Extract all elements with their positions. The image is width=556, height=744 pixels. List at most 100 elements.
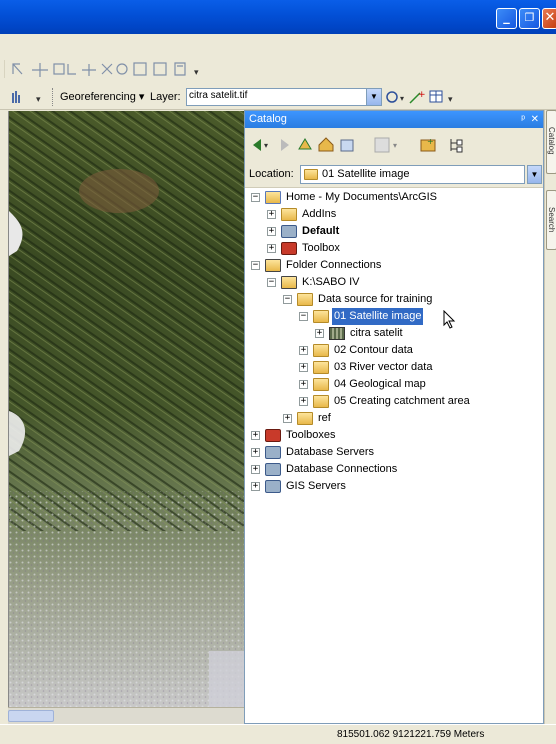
svg-text:▾: ▾ — [36, 95, 41, 105]
expand-icon[interactable]: + — [299, 380, 308, 389]
minimize-button[interactable]: _ — [496, 8, 517, 29]
collapse-icon[interactable]: − — [251, 261, 260, 270]
catalog-toolbar-icons: ▾ ▾ + — [253, 137, 463, 153]
search-side-tab-label: Search — [547, 207, 556, 233]
svg-text:▾: ▾ — [393, 141, 397, 150]
expand-icon[interactable]: + — [251, 465, 260, 474]
geodatabase-icon — [281, 225, 297, 238]
catalog-title-bar: Catalog ᵖ ✕ — [245, 111, 543, 128]
rotate-icon — [386, 91, 398, 103]
collapse-icon[interactable]: − — [251, 193, 260, 202]
tree-item-label: 05 Creating catchment area — [334, 395, 470, 407]
expand-icon[interactable]: + — [251, 431, 260, 440]
folder-icon — [313, 378, 329, 391]
layer-label: Layer: — [150, 91, 181, 103]
catalog-toolbar: ▾ ▾ + — [245, 128, 543, 162]
tree-item-label: 01 Satellite image — [330, 307, 425, 326]
tools-toolbar-icons: ▾ — [12, 62, 199, 78]
histogram-icon[interactable]: ▾ — [10, 89, 50, 105]
tree-item-label: 04 Geological map — [334, 378, 426, 390]
catalog-window: Catalog ᵖ ✕ ▾ ▾ + Location: 01 Satellite… — [244, 110, 544, 724]
toolbar-grip[interactable] — [4, 60, 5, 78]
toolbar-grip[interactable] — [52, 88, 54, 106]
folder-icon — [313, 395, 329, 408]
database-connections-icon — [265, 463, 281, 476]
close-window-button[interactable]: ✕ — [542, 8, 556, 29]
georef-tools-icons: ▾ + ▾ — [386, 90, 453, 105]
expand-icon[interactable]: + — [299, 363, 308, 372]
home-folder-icon — [265, 191, 281, 204]
expand-icon[interactable]: + — [251, 448, 260, 457]
tree-item-label: Database Servers — [286, 446, 375, 458]
status-bar: 815501.062 9121221.759 Meters — [0, 724, 556, 744]
catalog-side-tab[interactable]: Catalog — [546, 110, 556, 174]
expand-icon[interactable]: + — [267, 227, 276, 236]
tree-item-label: K:\SABO IV — [302, 276, 360, 288]
catalog-title: Catalog — [249, 113, 287, 125]
folder-icon — [304, 169, 318, 180]
chevron-down-icon[interactable]: ▼ — [366, 89, 381, 105]
window-title-bar: _ ❐ ✕ — [0, 0, 556, 34]
svg-text:▾: ▾ — [448, 95, 453, 105]
tree-item-label: 03 River vector data — [334, 361, 433, 373]
forward-icon — [281, 139, 289, 151]
folder-connections-icon — [265, 259, 281, 272]
restore-button[interactable]: ❐ — [519, 8, 540, 29]
expand-icon[interactable]: + — [267, 210, 276, 219]
expand-icon[interactable]: + — [283, 414, 292, 423]
report-icon — [174, 62, 186, 76]
horizontal-scrollbar[interactable] — [8, 707, 246, 724]
folder-icon — [297, 293, 313, 306]
close-catalog-button[interactable]: ✕ — [531, 111, 539, 128]
menu-bar — [0, 34, 556, 54]
search-side-tab[interactable]: Search — [546, 190, 556, 250]
table-icon — [133, 62, 147, 76]
chart-icon — [153, 62, 167, 76]
clear-selection-icon — [101, 63, 113, 75]
satellite-image — [9, 111, 244, 707]
folder-icon — [281, 208, 297, 221]
database-servers-icon — [265, 446, 281, 459]
georeferencing-menu[interactable]: Georeferencing ▾ — [60, 89, 144, 105]
tree-item-label: citra satelit — [350, 327, 403, 339]
tree-item-label: Database Connections — [286, 463, 398, 475]
pin-icon[interactable]: ᵖ — [521, 111, 525, 128]
expand-icon[interactable]: + — [267, 244, 276, 253]
catalog-side-tab-label: Catalog — [547, 127, 556, 155]
views-icon — [374, 137, 390, 153]
tree-item-label: Home - My Documents\ArcGIS — [286, 191, 437, 203]
collapse-icon[interactable]: − — [267, 278, 276, 287]
svg-text:+: + — [418, 90, 426, 100]
folder-icon — [297, 412, 313, 425]
tree-item-label: ref — [318, 412, 331, 424]
tools-toolbar: ▾ — [0, 54, 556, 84]
georeferencing-toolbar: ▾ Georeferencing ▾ Layer: citra satelit.… — [0, 84, 556, 110]
collapse-icon[interactable]: − — [283, 295, 292, 304]
toolboxes-icon — [265, 429, 281, 442]
raster-icon — [329, 327, 345, 340]
expand-icon[interactable]: + — [299, 397, 308, 406]
close-icon: ✕ — [544, 10, 556, 25]
layer-select-value: citra satelit.tif — [189, 90, 248, 101]
measure-icon — [67, 64, 76, 75]
collapse-icon[interactable]: − — [299, 312, 308, 321]
svg-text:+: + — [427, 137, 434, 146]
toolbar-overflow-icon: ▾ — [194, 68, 199, 78]
svg-text:▾: ▾ — [264, 141, 268, 150]
scrollbar-thumb[interactable] — [8, 710, 54, 722]
map-view[interactable] — [8, 111, 244, 707]
layer-select[interactable]: citra satelit.tif ▼ — [186, 88, 382, 106]
tree-item-label: 02 Contour data — [334, 344, 413, 356]
location-dropdown-button[interactable]: ▼ — [527, 165, 542, 184]
svg-text:▾: ▾ — [400, 94, 404, 103]
expand-icon[interactable]: + — [251, 482, 260, 491]
toolbox-icon — [281, 242, 297, 255]
folder-icon — [313, 344, 329, 357]
mouse-cursor-icon — [443, 310, 456, 329]
expand-icon[interactable]: + — [299, 346, 308, 355]
minimize-icon: _ — [503, 10, 510, 25]
expand-icon[interactable]: + — [315, 329, 324, 338]
dock-side-tabs: Catalog Search — [544, 110, 556, 724]
location-input[interactable]: 01 Satellite image — [300, 165, 525, 184]
location-label: Location: — [249, 168, 294, 180]
